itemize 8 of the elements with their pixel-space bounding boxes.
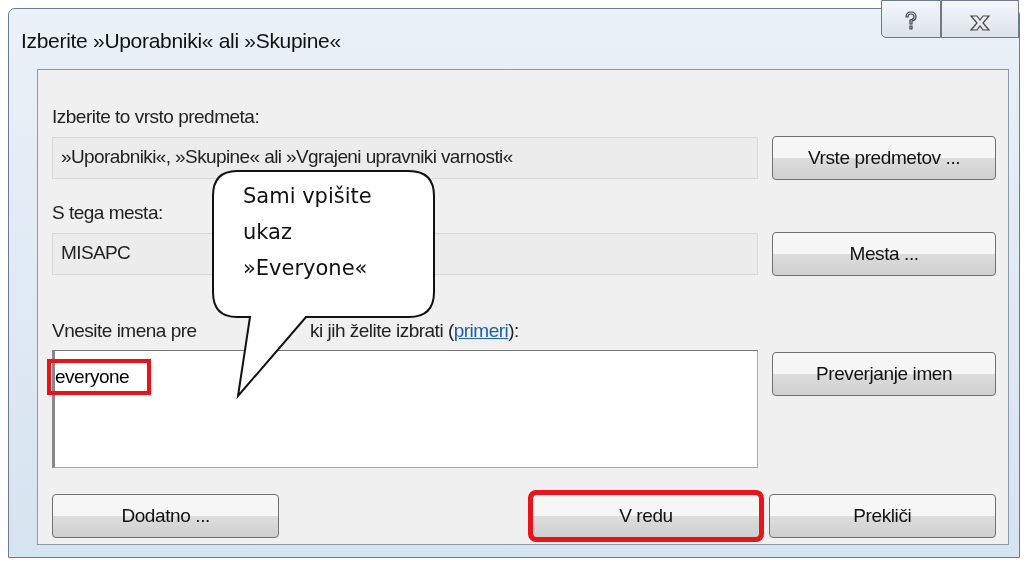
names-label-end: ki jih želite izbrati (primeri):: [310, 320, 519, 343]
names-label-start: Vnesite imena pre: [52, 320, 197, 343]
window-title: Izberite »Uporabniki« ali »Skupine«: [21, 29, 341, 53]
object-type-field: »Uporabniki«, »Skupine« ali »Vgrajeni upravniki varnosti«: [52, 137, 759, 179]
callout-text: Sami vpišite ukaz »Everyone«: [243, 183, 372, 282]
object-type-label: Izberite to vrsto predmeta:: [52, 106, 260, 129]
location-label: S tega mesta:: [52, 202, 163, 225]
typed-name: everyone: [47, 359, 152, 395]
